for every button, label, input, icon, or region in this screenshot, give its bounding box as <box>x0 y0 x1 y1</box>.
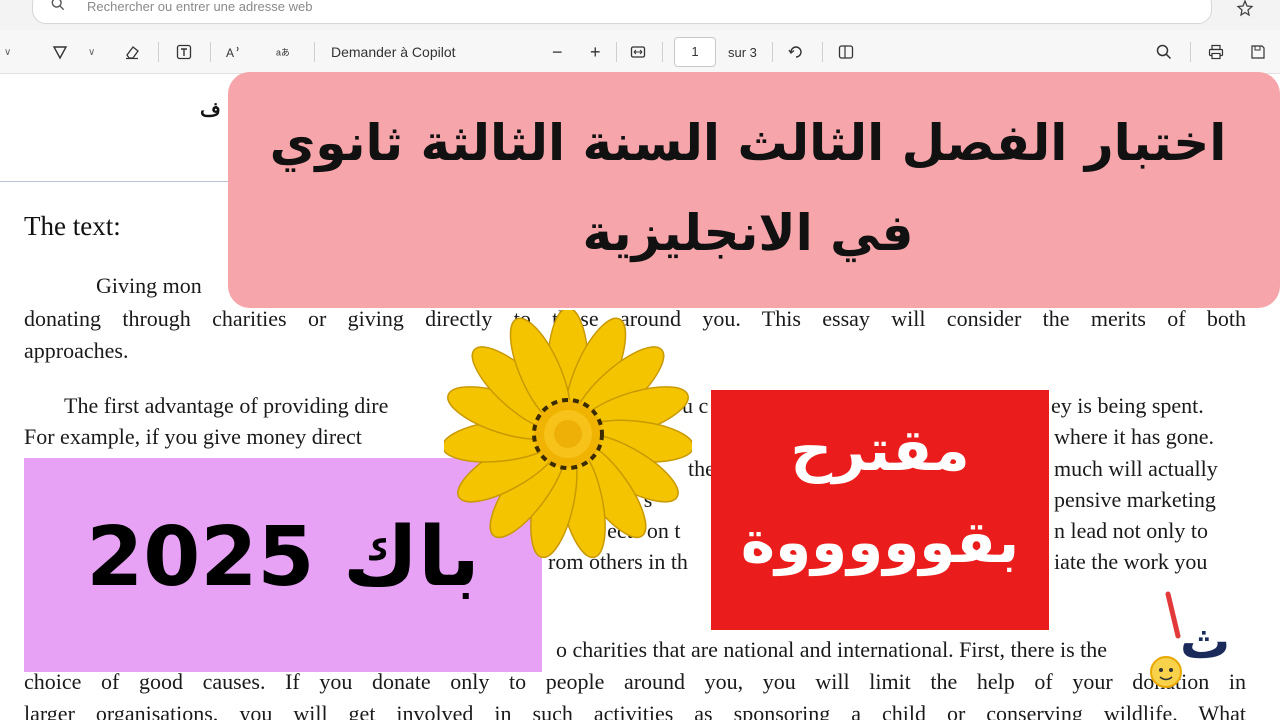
document-line: The first advantage of providing dire <box>64 393 389 418</box>
document-fragment: where it has gone. <box>1054 424 1215 449</box>
address-input[interactable]: Rechercher ou entrer une adresse web <box>32 0 1212 24</box>
document-line: choice of good causes. If you donate onl… <box>24 669 1246 694</box>
document-line: For example, if you give money direct <box>24 424 362 449</box>
rotate-icon[interactable] <box>788 42 804 62</box>
flower-icon <box>441 307 695 559</box>
translate-icon[interactable]: aあ <box>276 42 292 62</box>
toolbar-divider <box>314 42 315 62</box>
highlight-chevron-icon[interactable]: ∨ <box>88 42 95 62</box>
document-line: approaches. <box>24 338 129 363</box>
document-fragment: n lead not only to <box>1054 518 1208 543</box>
document-heading: The text: <box>24 211 121 241</box>
channel-logo: ث <box>1140 588 1240 698</box>
page-total-label: sur 3 <box>728 44 757 60</box>
pdf-toolbar: ∨ ∨ A aあ Demander à Copilot − + 1 sur 3 <box>0 30 1280 74</box>
toolbar-divider <box>1190 42 1191 62</box>
find-icon[interactable] <box>1156 42 1172 62</box>
draw-chevron-icon[interactable]: ∨ <box>4 42 11 62</box>
proposal-badge: مقترح بقوووووة <box>711 390 1049 630</box>
eraser-icon[interactable] <box>124 42 140 62</box>
ask-copilot-button[interactable]: Demander à Copilot <box>331 42 456 62</box>
document-fragment: iate the work you <box>1054 549 1208 574</box>
page-view-icon[interactable] <box>838 42 854 62</box>
toolbar-divider <box>772 42 773 62</box>
proposal-line-1: مقترح <box>790 416 970 484</box>
print-icon[interactable] <box>1208 42 1224 62</box>
favorites-icon[interactable] <box>1236 0 1254 18</box>
toolbar-divider <box>158 42 159 62</box>
read-aloud-icon[interactable]: A <box>226 42 242 62</box>
browser-address-bar: Rechercher ou entrer une adresse web <box>0 0 1280 30</box>
banner-title: اختبار الفصل الثالث السنة الثالثة ثانوي … <box>269 114 1227 262</box>
text-box-icon[interactable] <box>176 42 192 62</box>
toolbar-divider <box>210 42 211 62</box>
zoom-in-icon[interactable]: + <box>590 42 601 62</box>
page-number-input[interactable]: 1 <box>674 37 716 67</box>
save-icon[interactable] <box>1250 42 1266 62</box>
highlight-icon[interactable] <box>52 42 68 62</box>
fit-width-icon[interactable] <box>630 42 646 62</box>
zoom-out-icon[interactable]: − <box>552 42 563 62</box>
document-fragment: much will actually <box>1054 456 1218 481</box>
svg-text:aあ: aあ <box>276 48 290 58</box>
document-line: larger organisations, you will get invol… <box>24 701 1246 720</box>
toolbar-divider <box>822 42 823 62</box>
document-fragment: ey is being spent. <box>1051 393 1204 418</box>
document-line: o charities that are national and intern… <box>556 637 1108 662</box>
title-banner: اختبار الفصل الثالث السنة الثالثة ثانوي … <box>228 72 1280 308</box>
document-line: Giving mon <box>96 273 202 298</box>
document-arabic-fragment: ف <box>200 97 221 121</box>
address-placeholder: Rechercher ou entrer une adresse web <box>87 0 313 14</box>
search-icon <box>51 0 65 11</box>
proposal-line-2: بقوووووة <box>740 508 1020 576</box>
svg-text:ث: ث <box>1180 612 1230 670</box>
toolbar-divider <box>616 42 617 62</box>
document-fragment: pensive marketing <box>1054 487 1216 512</box>
toolbar-divider <box>662 42 663 62</box>
svg-text:A: A <box>226 46 234 60</box>
